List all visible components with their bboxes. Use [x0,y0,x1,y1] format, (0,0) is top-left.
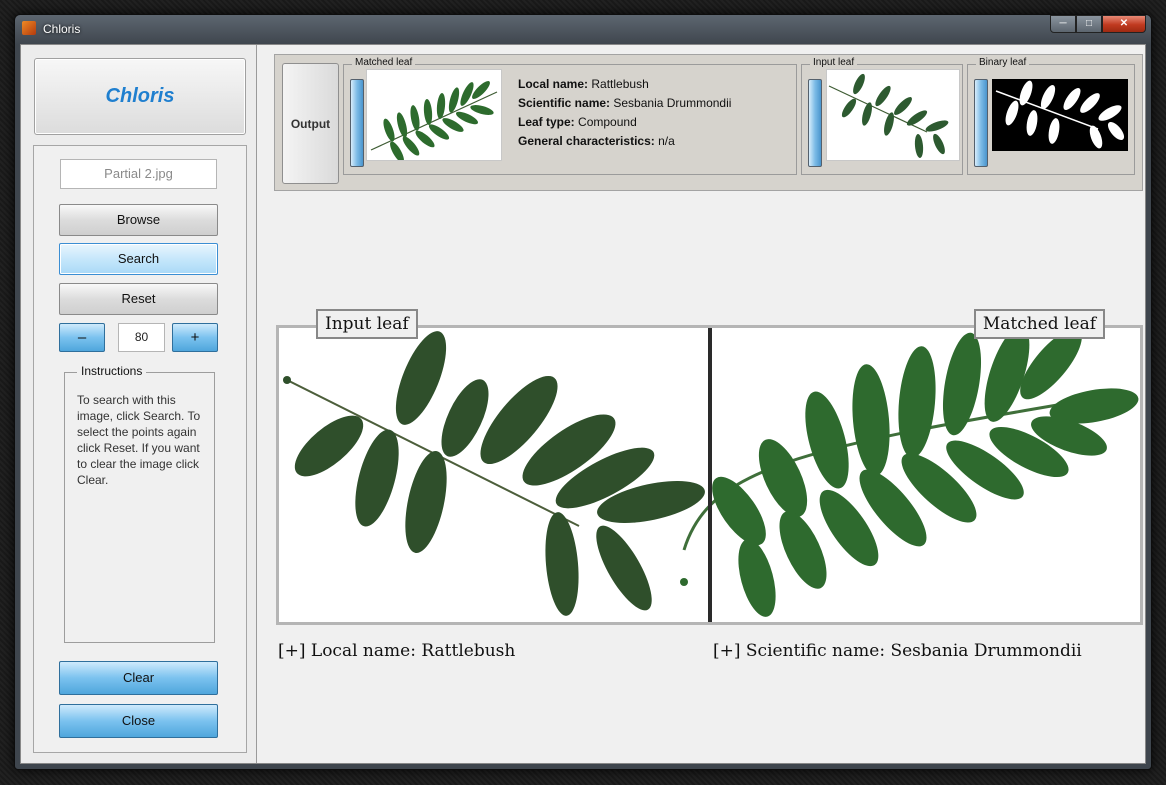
controls-panel: Partial 2.jpg Browse Search Reset – 80 +… [33,145,247,753]
matched-leaf-group: Matched leaf Local name: Rattlebush Scie… [343,57,797,175]
comparison-view: Input leaf Matched leaf [276,309,1143,625]
input-leaf-label: Input leaf [316,309,418,339]
scientific-name-caption[interactable]: [+] Scientific name: Sesbania Drummondii [713,641,1082,661]
input-leaf-thumbnail [826,69,960,161]
app-window: Chloris ─ □ ✕ Chloris Partial 2.jpg Brow… [14,14,1152,770]
maximize-button[interactable]: □ [1076,15,1102,33]
local-name-caption[interactable]: [+] Local name: Rattlebush [278,641,515,661]
decrement-button[interactable]: – [59,323,105,352]
matched-leaf-group-title: Matched leaf [352,57,416,68]
logo-panel: Chloris [34,58,246,135]
instructions-title: Instructions [77,364,147,378]
info-local-name: Local name: Rattlebush [518,77,649,91]
increment-button[interactable]: + [172,323,218,352]
output-button[interactable]: Output [282,63,339,184]
close-window-button[interactable]: ✕ [1102,15,1146,33]
client-area: Chloris Partial 2.jpg Browse Search Rese… [20,44,1146,764]
matched-leaf-label: Matched leaf [973,309,1105,339]
info-scientific-name: Scientific name: Sesbania Drummondii [518,96,732,110]
binary-leaf-group: Binary leaf [967,57,1135,175]
title-bar[interactable]: Chloris ─ □ ✕ [15,15,1151,43]
info-general-characteristics: General characteristics: n/a [518,134,675,148]
file-name-field[interactable]: Partial 2.jpg [60,159,217,189]
input-leaf-group: Input leaf [801,57,963,175]
matched-leaf-slider[interactable] [350,79,364,167]
close-button[interactable]: Close [59,704,218,738]
threshold-value-field[interactable]: 80 [118,323,165,352]
info-leaf-type: Leaf type: Compound [518,115,637,129]
search-button[interactable]: Search [59,243,218,275]
input-leaf-slider[interactable] [808,79,822,167]
binary-leaf-thumbnail [992,79,1128,151]
instructions-text: To search with this image, click Search.… [77,393,201,487]
left-panel: Chloris Partial 2.jpg Browse Search Rese… [21,45,257,763]
window-controls: ─ □ ✕ [1050,15,1146,33]
app-logo: Chloris [105,85,175,107]
clear-button[interactable]: Clear [59,661,218,695]
minimize-button[interactable]: ─ [1050,15,1076,33]
matched-leaf-thumbnail [366,69,502,163]
instructions-box: Instructions To search with this image, … [64,364,215,643]
reset-button[interactable]: Reset [59,283,218,315]
input-leaf-group-title: Input leaf [810,57,858,68]
comparison-divider [708,328,712,622]
matlab-icon [22,21,36,35]
window-title: Chloris [43,22,81,36]
binary-leaf-group-title: Binary leaf [976,57,1030,68]
output-panel: Output Matched leaf Local name: Rattlebu… [274,54,1143,191]
binary-leaf-slider[interactable] [974,79,988,167]
browse-button[interactable]: Browse [59,204,218,236]
